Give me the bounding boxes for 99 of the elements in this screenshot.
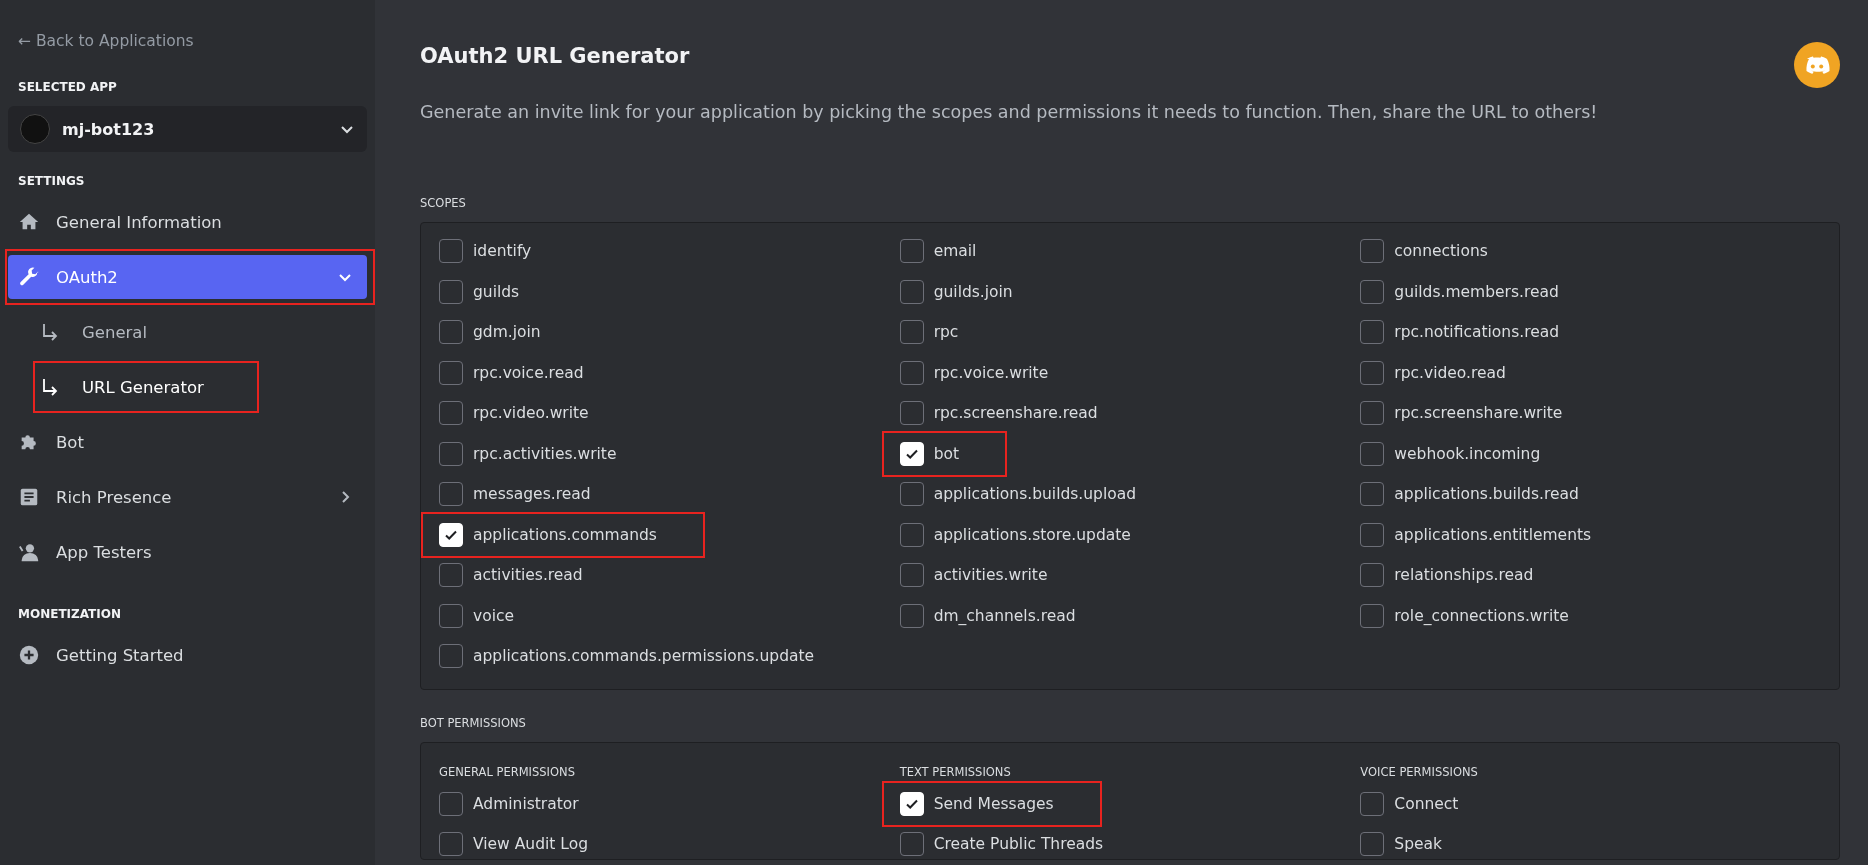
checkbox[interactable] [1360,320,1385,344]
checkbox[interactable] [1360,401,1385,425]
section-heading: SCOPES [420,196,467,210]
back-link[interactable]: ← Back to Applications [8,32,367,50]
game-controller-logo-icon [1794,42,1840,88]
corner-arrow-icon [40,322,60,342]
checkbox[interactable] [439,644,463,668]
checkbox[interactable] [439,401,463,425]
group-heading: VOICE PERMISSIONS [1360,765,1478,779]
nav-item[interactable]: General Information [8,200,367,244]
checkbox-label: rpc.activities.write [473,444,617,463]
checkbox-label: View Audit Log [473,835,588,853]
nav-subitem[interactable]: URL Generator [8,365,367,409]
checkbox[interactable] [1360,360,1385,385]
checkbox-label: activities.write [933,566,1048,584]
checkbox-label: messages.read [473,485,591,503]
checkbox[interactable] [1360,482,1385,506]
checkbox[interactable] [1360,832,1385,856]
checkbox-label: guilds.join [933,282,1013,301]
checkbox-label: guilds [473,282,520,301]
checkbox[interactable] [899,360,924,385]
checkbox[interactable] [899,522,924,547]
nav-item[interactable]: App Testers [8,530,367,574]
checkbox-label: applications.entitlements [1394,525,1592,544]
checkbox[interactable] [899,401,924,425]
checkbox-label: Speak [1394,835,1443,853]
checkbox[interactable] [439,320,463,344]
checkbox[interactable] [1360,603,1385,628]
checkbox[interactable] [899,832,924,856]
checkbox-label: applications.builds.read [1394,485,1579,503]
checkbox[interactable] [899,279,924,304]
checkbox-label: Connect [1394,795,1459,813]
wrench-icon [18,266,40,288]
plus-circle-icon [18,644,40,666]
checkbox[interactable] [439,792,463,816]
checkbox[interactable] [899,603,924,628]
nav-subitem[interactable]: General [8,310,367,354]
checkbox[interactable] [1360,279,1385,304]
checkbox-label: identify [473,242,532,260]
checkbox[interactable] [899,563,924,587]
nav-item[interactable]: Rich Presence [8,475,367,519]
checkbox-label: activities.read [473,566,583,584]
checkbox-label: rpc.screenshare.write [1394,404,1563,422]
section-heading: MONETIZATION [17,607,122,621]
checkbox[interactable] [439,482,463,506]
checkbox-label: guilds.members.read [1394,282,1559,301]
checkbox-label: gdm.join [473,323,541,341]
checkbox-label: Send Messages [933,795,1054,813]
checkbox-label: role_connections.write [1394,606,1569,625]
checkbox-label: Administrator [473,795,579,813]
checkbox[interactable] [439,563,463,587]
checkbox-label: dm_channels.read [933,606,1076,625]
corner-arrow-icon [40,377,60,397]
checkbox-label: webhook.incoming [1394,444,1541,463]
page-description: Generate an invite link for your application by picking the scopes and permissions it needs to function. Then, share the URL to others! [420,102,1598,122]
checkbox[interactable] [439,360,463,385]
checkbox[interactable] [899,482,924,506]
checkbox[interactable] [1360,563,1385,587]
checkbox[interactable] [899,320,924,344]
checkbox[interactable] [899,239,924,263]
document-icon [18,486,40,508]
section-heading: SELECTED APP [17,80,118,94]
app-select[interactable]: mj-bot123 [8,106,367,152]
checkbox-label: connections [1394,242,1488,260]
checkbox[interactable] [1360,239,1385,263]
checkbox[interactable] [439,279,463,304]
checkbox-label: email [933,242,977,260]
nav-item[interactable]: OAuth2 [8,255,367,299]
checkbox-label: rpc.voice.read [473,363,584,382]
checkbox-label: relationships.read [1394,566,1534,584]
checkbox[interactable] [1360,441,1385,466]
section-heading: SETTINGS [17,174,86,188]
nav-item[interactable]: Bot [8,420,367,464]
checkbox[interactable] [1360,522,1385,547]
checkbox[interactable] [439,239,463,263]
checkbox-label: rpc.voice.write [933,363,1049,382]
section-heading: BOT PERMISSIONS [420,716,527,730]
checkbox-label: applications.builds.upload [933,485,1137,503]
checkbox-label: rpc.video.write [473,404,589,422]
person-icon [18,541,40,563]
page-title: OAuth2 URL Generator [420,44,691,68]
checkbox-label: applications.commands.permissions.update [473,647,815,665]
checkbox-label: rpc [933,323,959,341]
checkbox[interactable] [439,832,463,856]
checkbox[interactable] [439,603,463,628]
checkbox[interactable] [1360,792,1385,816]
checkbox-label: rpc.video.read [1394,363,1506,382]
checkbox-label: voice [473,606,515,625]
nav-item[interactable]: Getting Started [8,633,367,677]
checkbox-label: bot [933,444,960,463]
group-heading: GENERAL PERMISSIONS [439,765,575,779]
checkbox-label: applications.store.update [933,525,1131,544]
group-heading: TEXT PERMISSIONS [899,765,1011,779]
checkbox-label: rpc.notifications.read [1394,323,1560,341]
avatar [20,114,50,144]
checkbox-label: Create Public Threads [933,835,1104,853]
checkbox-label: rpc.screenshare.read [933,404,1098,422]
checkbox[interactable] [439,441,463,466]
checkbox-label: applications.commands [473,525,657,544]
